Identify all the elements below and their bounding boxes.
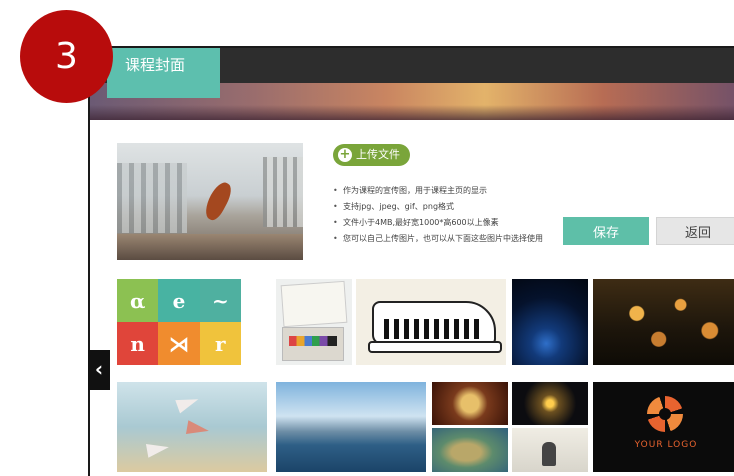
cover-railing-left: [117, 163, 187, 233]
thumbnail-lake-sky[interactable]: [276, 382, 426, 472]
note-item: 支持jpg、jpeg、gif、png格式: [333, 199, 543, 215]
thumbnail-letters[interactable]: α e ~ n ⋊ r: [117, 279, 241, 365]
thumb-tile: ⋊: [158, 322, 200, 365]
thumb-tile: α: [117, 279, 159, 322]
step-badge: 3: [20, 10, 113, 103]
thumb-paper: [280, 280, 348, 328]
plus-circle-icon: +: [338, 147, 352, 162]
upload-notes: 作为课程的宣传图，用于课程主页的显示 支持jpg、jpeg、gif、png格式 …: [333, 183, 543, 247]
swirl-logo-icon: [647, 396, 683, 432]
thumb-tile: e: [158, 279, 200, 322]
thumb-logo-text: YOUR LOGO: [634, 440, 698, 450]
save-button[interactable]: 保存: [563, 217, 649, 245]
thumbnail-compass[interactable]: [512, 382, 588, 425]
chevron-left-icon[interactable]: ‹: [88, 350, 110, 390]
paper-plane-icon: [185, 420, 211, 438]
page-title: 课程封面: [107, 48, 220, 98]
thumbnail-mushroom[interactable]: [512, 428, 588, 472]
cover-ground: [117, 234, 303, 260]
cover-leaf: [200, 179, 236, 223]
note-item: 作为课程的宣传图，用于课程主页的显示: [333, 183, 543, 199]
thumbnail-piano-sneaker[interactable]: [356, 279, 506, 365]
back-button[interactable]: 返回: [656, 217, 734, 245]
upload-file-button[interactable]: + 上传文件: [333, 144, 410, 166]
paper-plane-icon: [175, 392, 201, 414]
thumbnail-watercolor-set[interactable]: [276, 279, 352, 365]
thumb-piano-keys: [384, 319, 480, 339]
thumbnail-map[interactable]: [432, 428, 508, 472]
note-item: 文件小于4MB,最好宽1000*高600以上像素: [333, 215, 543, 231]
upload-file-label: 上传文件: [356, 148, 400, 161]
thumb-tile: ~: [199, 279, 241, 322]
cover-railing-right: [263, 157, 303, 227]
paper-plane-icon: [145, 440, 171, 458]
thumb-sole: [368, 341, 502, 353]
thumbnail-paper-planes[interactable]: [117, 382, 267, 472]
thumbnail-bokeh-lights[interactable]: [593, 279, 734, 365]
thumbnail-space[interactable]: [512, 279, 588, 365]
thumbnail-lantern[interactable]: [432, 382, 508, 425]
thumb-tile: r: [199, 322, 241, 365]
current-cover-image: [117, 143, 303, 260]
note-item: 您可以自己上传图片，也可以从下面这些图片中选择使用: [333, 231, 543, 247]
thumb-tile: n: [117, 322, 159, 365]
thumb-paint-box: [282, 327, 344, 361]
thumbnail-logo[interactable]: YOUR LOGO: [593, 382, 734, 472]
